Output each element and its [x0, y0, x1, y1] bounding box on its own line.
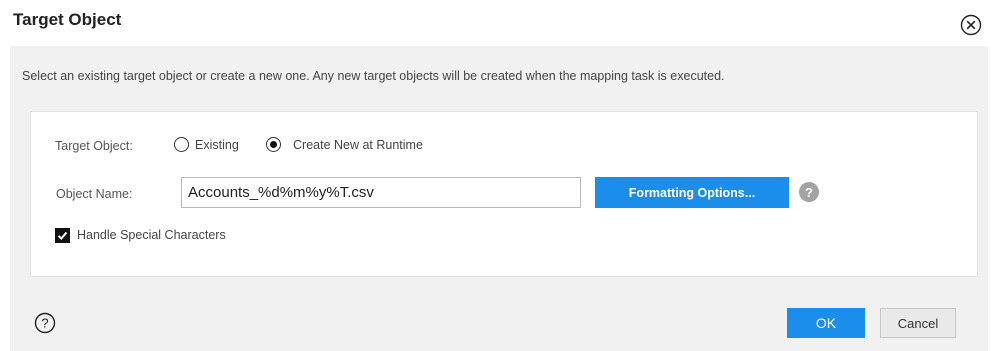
- ok-button[interactable]: OK: [787, 308, 865, 338]
- radio-existing-label[interactable]: Existing: [195, 138, 239, 152]
- radio-existing[interactable]: [174, 137, 189, 152]
- object-name-label: Object Name:: [56, 187, 133, 201]
- dialog-header: Target Object: [0, 0, 998, 46]
- close-icon[interactable]: [960, 14, 982, 36]
- radio-create-new-at-runtime[interactable]: [266, 137, 281, 152]
- handle-special-characters-label[interactable]: Handle Special Characters: [77, 228, 226, 242]
- handle-special-characters-checkbox[interactable]: [55, 228, 70, 243]
- dialog-title: Target Object: [13, 10, 122, 29]
- help-icon[interactable]: ?: [34, 312, 56, 334]
- svg-text:?: ?: [41, 316, 48, 331]
- dialog-description: Select an existing target object or crea…: [22, 69, 725, 83]
- target-object-dialog: Target Object Select an existing target …: [0, 0, 998, 351]
- cancel-button[interactable]: Cancel: [880, 308, 956, 338]
- formatting-options-button[interactable]: Formatting Options...: [595, 177, 789, 208]
- target-object-label: Target Object:: [55, 139, 133, 153]
- radio-create-new-label[interactable]: Create New at Runtime: [293, 138, 423, 152]
- checkmark-icon: [57, 231, 68, 240]
- info-icon[interactable]: ?: [799, 182, 819, 202]
- object-name-input[interactable]: [181, 177, 581, 208]
